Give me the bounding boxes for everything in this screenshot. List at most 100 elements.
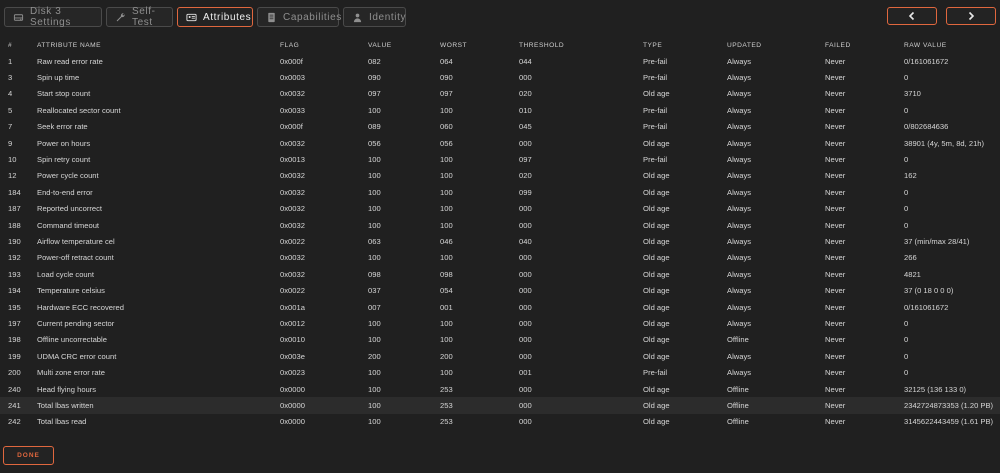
cell-raw-value: 0	[904, 105, 909, 115]
done-button[interactable]: DONE	[3, 446, 54, 465]
table-row[interactable]: 240 Head flying hours 0x0000 100 253 000 Old a…	[0, 381, 1000, 397]
cell-value: 056	[368, 138, 381, 148]
table-row[interactable]: 4 Start stop count 0x0032 097 097 020 Old age A…	[0, 86, 1000, 102]
tab-identity[interactable]: Identity	[343, 7, 406, 27]
cell-threshold: 000	[519, 302, 532, 312]
cell-flag: 0x0000	[280, 417, 305, 427]
tab-capabilities[interactable]: Capabilities	[257, 7, 341, 27]
table-row[interactable]: 241 Total lbas written 0x0000 100 253 000 Old …	[0, 397, 1000, 414]
cell-type: Old age	[643, 204, 670, 214]
cell-flag: 0x0032	[280, 204, 305, 214]
table-row[interactable]: 195 Hardware ECC recovered 0x001a 007 001 000…	[0, 299, 1000, 315]
cell-raw-value: 0	[904, 335, 909, 345]
header-value: VALUE	[368, 41, 392, 49]
table-row[interactable]: 9 Power on hours 0x0032 056 056 000 Old age Alw…	[0, 135, 1000, 151]
cell-threshold: 000	[519, 335, 532, 345]
cell-type: Old age	[643, 318, 670, 328]
cell-value: 100	[368, 318, 381, 328]
table-row[interactable]: 1 Raw read error rate 0x000f 082 064 044 Pre-f…	[0, 53, 1000, 69]
cell-id: 195	[8, 302, 21, 312]
cell-attribute-name: Spin up time	[37, 73, 80, 83]
cell-value: 100	[368, 220, 381, 230]
cell-type: Old age	[643, 89, 670, 99]
table-row[interactable]: 7 Seek error rate 0x000f 089 060 045 Pre-fail A…	[0, 119, 1000, 135]
cell-raw-value: 0	[904, 220, 909, 230]
tab-self-test[interactable]: Self-Test	[106, 6, 173, 28]
cell-attribute-name: Current pending sector	[37, 318, 115, 328]
tab-disk-settings-label: Disk 3 Settings	[30, 6, 71, 28]
cell-updated: Offline	[727, 400, 749, 410]
cell-threshold: 044	[519, 56, 532, 66]
cell-worst: 054	[440, 286, 453, 296]
cell-id: 187	[8, 204, 21, 214]
wrench-icon	[115, 12, 126, 23]
header-raw-value: RAW VALUE	[904, 41, 947, 49]
cell-attribute-name: Power-off retract count	[37, 253, 114, 263]
cell-value: 200	[368, 351, 381, 361]
cell-flag: 0x0032	[280, 138, 305, 148]
table-row[interactable]: 200 Multi zone error rate 0x0023 100 100 001 P…	[0, 364, 1000, 380]
cell-flag: 0x0032	[280, 269, 305, 279]
table-row[interactable]: 188 Command timeout 0x0032 100 100 000 Old age…	[0, 217, 1000, 233]
cell-raw-value: 0	[904, 318, 909, 328]
previous-button[interactable]	[887, 7, 937, 25]
cell-id: 1	[8, 56, 13, 66]
attributes-table: # ATTRIBUTE NAME FLAG VALUE WORST THRESH…	[0, 37, 1000, 430]
table-row[interactable]: 12 Power cycle count 0x0032 100 100 020 Old ag…	[0, 168, 1000, 184]
tab-disk-settings[interactable]: Disk 3 Settings	[4, 6, 102, 28]
table-row[interactable]: 187 Reported uncorrect 0x0032 100 100 000 Old …	[0, 201, 1000, 217]
cell-updated: Always	[727, 138, 752, 148]
table-row[interactable]: 190 Airflow temperature cel 0x0022 063 046 04…	[0, 233, 1000, 249]
cell-raw-value: 0	[904, 204, 909, 214]
cell-attribute-name: Reallocated sector count	[37, 105, 121, 115]
cell-failed: Never	[825, 384, 846, 394]
cell-raw-value: 37 (min/max 28/41)	[904, 236, 970, 246]
cell-flag: 0x0000	[280, 400, 305, 410]
tab-attributes[interactable]: Attributes	[177, 7, 253, 27]
cell-id: 240	[8, 384, 21, 394]
cell-attribute-name: Spin retry count	[37, 155, 91, 165]
table-row[interactable]: 193 Load cycle count 0x0032 098 098 000 Old ag…	[0, 266, 1000, 282]
cell-updated: Always	[727, 368, 752, 378]
cell-type: Old age	[643, 384, 670, 394]
cell-attribute-name: Reported uncorrect	[37, 204, 103, 214]
table-row[interactable]: 5 Reallocated sector count 0x0033 100 100 010…	[0, 102, 1000, 118]
cell-attribute-name: Multi zone error rate	[37, 368, 105, 378]
table-row[interactable]: 198 Offline uncorrectable 0x0010 100 100 000 O…	[0, 332, 1000, 348]
cell-value: 082	[368, 56, 381, 66]
cell-worst: 001	[440, 302, 453, 312]
tab-bar: Disk 3 Settings Self-Test Attributes Cap…	[4, 6, 406, 28]
table-row[interactable]: 199 UDMA CRC error count 0x003e 200 200 000 Ol…	[0, 348, 1000, 364]
cell-id: 3	[8, 73, 13, 83]
header-type: TYPE	[643, 41, 663, 49]
cell-updated: Always	[727, 122, 752, 132]
cell-worst: 060	[440, 122, 453, 132]
cell-raw-value: 0	[904, 187, 909, 197]
cell-worst: 100	[440, 187, 453, 197]
cell-worst: 098	[440, 269, 453, 279]
cell-id: 194	[8, 286, 21, 296]
table-row[interactable]: 184 End-to-end error 0x0032 100 100 099 Old ag…	[0, 184, 1000, 200]
cell-updated: Offline	[727, 417, 749, 427]
cell-failed: Never	[825, 302, 846, 312]
cell-failed: Never	[825, 417, 846, 427]
table-row[interactable]: 192 Power-off retract count 0x0032 100 100 00…	[0, 250, 1000, 266]
table-row[interactable]: 10 Spin retry count 0x0013 100 100 097 Pre-fai…	[0, 151, 1000, 167]
table-row[interactable]: 194 Temperature celsius 0x0022 037 054 000 Old…	[0, 282, 1000, 298]
cell-flag: 0x000f	[280, 56, 303, 66]
cell-value: 100	[368, 368, 381, 378]
header-failed: FAILED	[825, 41, 851, 49]
cell-type: Old age	[643, 187, 670, 197]
table-row[interactable]: 242 Total lbas read 0x0000 100 253 000 Old age…	[0, 414, 1000, 430]
cell-threshold: 000	[519, 269, 532, 279]
cell-worst: 046	[440, 236, 453, 246]
cell-attribute-name: Airflow temperature cel	[37, 236, 115, 246]
cell-raw-value: 266	[904, 253, 917, 263]
cell-updated: Always	[727, 56, 752, 66]
cell-value: 063	[368, 236, 381, 246]
table-row[interactable]: 3 Spin up time 0x0003 090 090 000 Pre-fail Alwa…	[0, 69, 1000, 85]
cell-threshold: 000	[519, 73, 532, 83]
cell-value: 089	[368, 122, 381, 132]
table-row[interactable]: 197 Current pending sector 0x0012 100 100 000…	[0, 315, 1000, 331]
next-button[interactable]	[946, 7, 996, 25]
